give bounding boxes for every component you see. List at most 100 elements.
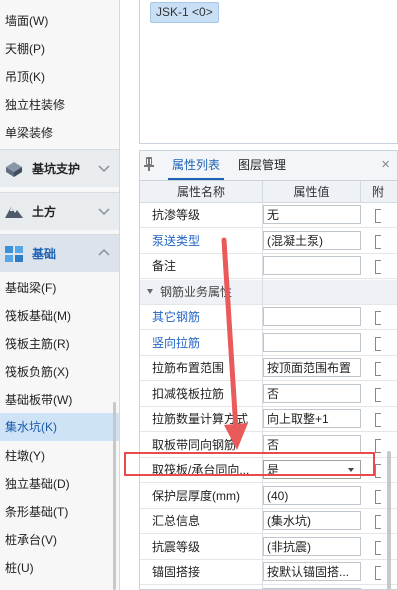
property-row[interactable]: 其它钢筋: [140, 305, 397, 330]
property-value-field[interactable]: 否: [263, 383, 361, 403]
property-value-field[interactable]: (集水坑): [263, 511, 361, 530]
attach-checkbox[interactable]: [375, 540, 381, 555]
property-name: 抗震等级: [152, 539, 201, 554]
property-name: 计算设置: [152, 586, 200, 590]
property-value: 否: [267, 437, 280, 452]
property-name: 拉筋数量计算方式: [152, 412, 249, 426]
property-section-row[interactable]: 钢筋业务属性: [140, 279, 397, 305]
attach-checkbox[interactable]: [375, 464, 381, 478]
attach-checkbox[interactable]: [375, 336, 381, 351]
attach-checkbox[interactable]: [375, 234, 381, 249]
column-divider: [262, 203, 263, 589]
attach-checkbox[interactable]: [375, 438, 381, 453]
nav-item-beam-finish[interactable]: 单梁装修: [0, 120, 119, 146]
nav-item-raft-main-rebar[interactable]: 筏板主筋(R): [0, 331, 119, 357]
highlight-box: [124, 452, 375, 476]
property-row[interactable]: 拉筋数量计算方式 向上取整+1: [140, 407, 397, 432]
column-header-property-value: 属性值: [263, 181, 361, 203]
property-value-field[interactable]: (非抗震): [263, 536, 361, 556]
tab-property-list[interactable]: 属性列表: [168, 151, 225, 180]
nav-item-foundation-beam[interactable]: 基础梁(F): [0, 275, 119, 301]
attach-checkbox[interactable]: [375, 413, 381, 427]
nav-item-column-finish[interactable]: 独立柱装修: [0, 92, 119, 118]
property-row[interactable]: 扣减筏板拉筋 否: [140, 382, 397, 407]
pin-icon[interactable]: [144, 157, 154, 171]
properties-tab-bar: 属性列表 图层管理 ×: [140, 151, 397, 181]
attach-checkbox[interactable]: [375, 489, 381, 504]
attach-checkbox[interactable]: [375, 362, 381, 376]
property-row[interactable]: 抗渗等级 无: [140, 203, 397, 228]
left-scrollbar[interactable]: [113, 402, 116, 590]
nav-item-pile[interactable]: 桩(U): [0, 555, 119, 581]
excavation-support-icon: [6, 162, 22, 177]
property-value-field[interactable]: 按顶面范围布置: [263, 358, 361, 377]
attach-checkbox[interactable]: [375, 311, 381, 325]
component-item-jsk-1[interactable]: JSK-1 <0>: [150, 2, 219, 23]
left-nav-panel: 墙面(W) 天棚(P) 吊顶(K) 独立柱装修 单梁装修 基坑支护 土方 基础 …: [0, 0, 120, 590]
property-name: 钢筋业务属性: [160, 284, 233, 299]
nav-item-strip-foundation[interactable]: 条形基础(T): [0, 499, 119, 525]
attach-checkbox[interactable]: [375, 209, 381, 223]
property-row[interactable]: 保护层厚度(mm) (40): [140, 484, 397, 509]
column-header-attach: 附: [361, 181, 397, 203]
property-value-field[interactable]: (混凝土泵): [263, 230, 361, 250]
attach-checkbox[interactable]: [375, 566, 381, 580]
property-value: 按默认锚固搭...: [267, 565, 350, 579]
nav-item-raft-negative-rebar[interactable]: 筏板负筋(X): [0, 359, 119, 385]
property-value-field[interactable]: [263, 307, 361, 326]
attach-checkbox[interactable]: [375, 260, 381, 274]
properties-scrollbar[interactable]: [387, 451, 391, 589]
property-value-field[interactable]: [263, 256, 361, 275]
nav-group-excavation-support[interactable]: 基坑支护: [0, 149, 119, 187]
property-row[interactable]: 备注: [140, 254, 397, 279]
property-name: 锚固搭接: [152, 565, 201, 579]
property-name: 备注: [152, 259, 177, 273]
foundation-icon: [5, 246, 23, 262]
chevron-down-icon[interactable]: [97, 204, 111, 218]
column-header-property-name: 属性名称: [140, 181, 263, 203]
nav-group-label: 土方: [32, 205, 57, 219]
nav-item-sump-pit[interactable]: 集水坑(K): [0, 413, 119, 441]
property-value-field[interactable]: 向上取整+1: [263, 409, 361, 428]
properties-panel: 属性列表 图层管理 × 属性名称 属性值 附 抗渗等级 无泵送类型 (混凝土泵) 备注…: [139, 150, 398, 590]
property-value-field[interactable]: 无: [263, 205, 361, 224]
nav-item-isolated-foundation[interactable]: 独立基础(D): [0, 471, 119, 497]
property-name: 拉筋布置范围: [152, 361, 225, 375]
property-name: 抗渗等级: [152, 208, 201, 222]
tab-layer-management[interactable]: 图层管理: [234, 151, 290, 180]
property-value: 按顶面范围布置: [267, 361, 352, 375]
chevron-up-icon[interactable]: [97, 246, 111, 260]
property-value-field[interactable]: 按默认锚固搭...: [263, 562, 361, 581]
property-value-field[interactable]: (40): [263, 485, 361, 505]
property-row[interactable]: 抗震等级 (非抗震): [140, 535, 397, 560]
property-row[interactable]: 拉筋布置范围 按顶面范围布置: [140, 356, 397, 381]
nav-item-ceiling[interactable]: 天棚(P): [0, 36, 119, 62]
property-row[interactable]: 汇总信息 (集水坑): [140, 509, 397, 534]
nav-item-wall-finish[interactable]: 墙面(W): [0, 8, 119, 34]
nav-item-raft-foundation[interactable]: 筏板基础(M): [0, 303, 119, 329]
close-icon[interactable]: ×: [381, 154, 390, 176]
property-value: 向上取整+1: [267, 412, 329, 426]
property-name: 泵送类型: [152, 233, 201, 248]
chevron-down-icon[interactable]: [97, 161, 111, 175]
nav-group-earthwork[interactable]: 土方: [0, 192, 119, 230]
property-value-field[interactable]: 否: [263, 434, 361, 454]
property-name: 竖向拉筋: [152, 335, 201, 350]
nav-item-column-pier[interactable]: 柱墩(Y): [0, 443, 119, 469]
property-row[interactable]: 计算设置按默认计算设...: [140, 586, 397, 590]
nav-group-foundation[interactable]: 基础: [0, 234, 119, 272]
collapse-caret-icon[interactable]: [147, 288, 153, 294]
nav-item-suspended-ceiling[interactable]: 吊顶(K): [0, 64, 119, 90]
property-value: 否: [267, 386, 280, 401]
property-value-field[interactable]: [263, 332, 361, 352]
nav-item-foundation-strip[interactable]: 基础板带(W): [0, 387, 119, 413]
property-value: (非抗震): [267, 539, 311, 554]
property-row[interactable]: 泵送类型 (混凝土泵): [140, 229, 397, 254]
nav-item-pile-cap[interactable]: 桩承台(V): [0, 527, 119, 553]
earthwork-icon: [5, 207, 23, 218]
property-name: 汇总信息: [152, 514, 201, 528]
property-row[interactable]: 锚固搭接 按默认锚固搭...: [140, 560, 397, 585]
attach-checkbox[interactable]: [375, 515, 381, 529]
property-row[interactable]: 竖向拉筋: [140, 331, 397, 356]
attach-checkbox[interactable]: [375, 387, 381, 402]
